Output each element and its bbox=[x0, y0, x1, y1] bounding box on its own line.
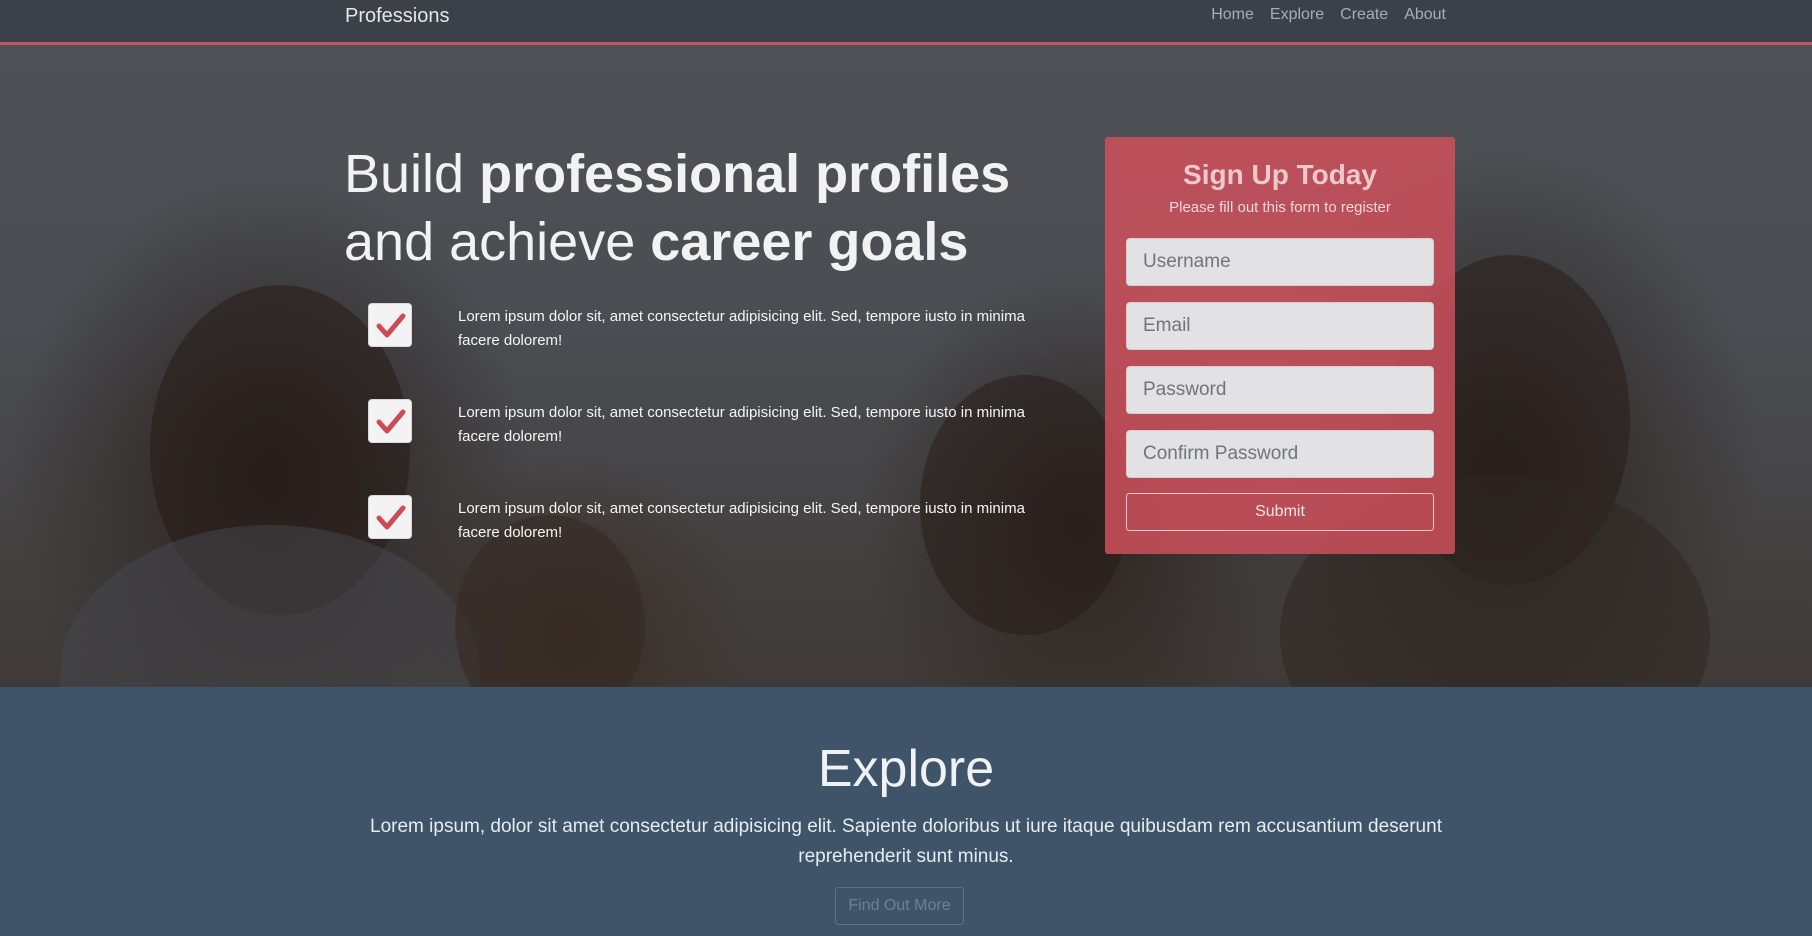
nav-link-about[interactable]: About bbox=[1404, 6, 1446, 24]
nav-link-home[interactable]: Home bbox=[1211, 6, 1254, 24]
signup-title: Sign Up Today bbox=[1183, 159, 1377, 190]
signup-subtitle: Please fill out this form to register bbox=[1169, 199, 1391, 216]
username-input[interactable] bbox=[1126, 238, 1434, 286]
navbar: Professions Home Explore Create About bbox=[0, 0, 1812, 45]
feature-item: Lorem ipsum dolor sit, amet consectetur … bbox=[368, 399, 1028, 459]
feature-text: Lorem ipsum dolor sit, amet consectetur … bbox=[458, 500, 1025, 541]
headline-bold-2: career goals bbox=[650, 212, 969, 272]
explore-section: Explore Lorem ipsum, dolor sit amet cons… bbox=[0, 687, 1812, 936]
hero-headline: Build professional profiles and achieve … bbox=[344, 140, 1064, 276]
nav-link-create[interactable]: Create bbox=[1340, 6, 1388, 24]
feature-text: Lorem ipsum dolor sit, amet consectetur … bbox=[458, 308, 1025, 349]
find-out-more-button[interactable]: Find Out More bbox=[835, 887, 964, 925]
explore-description: Lorem ipsum, dolor sit amet consectetur … bbox=[370, 816, 1442, 867]
feature-text: Lorem ipsum dolor sit, amet consectetur … bbox=[458, 404, 1025, 445]
nav-links: Home Explore Create About bbox=[1211, 6, 1446, 24]
brand-logo[interactable]: Professions bbox=[345, 5, 450, 28]
headline-bold-1: professional profiles bbox=[479, 144, 1011, 204]
headline-light-1: Build bbox=[344, 144, 480, 204]
headline-light-2: and achieve bbox=[344, 212, 651, 272]
check-icon bbox=[368, 495, 412, 539]
nav-link-explore[interactable]: Explore bbox=[1270, 6, 1324, 24]
hero-section: Build professional profiles and achieve … bbox=[0, 45, 1812, 687]
submit-button[interactable]: Submit bbox=[1126, 493, 1434, 531]
feature-item: Lorem ipsum dolor sit, amet consectetur … bbox=[368, 303, 1028, 363]
email-input[interactable] bbox=[1126, 302, 1434, 350]
check-icon bbox=[368, 303, 412, 347]
signup-card: Sign Up Today Please fill out this form … bbox=[1105, 137, 1455, 554]
password-input[interactable] bbox=[1126, 366, 1434, 414]
explore-title: Explore bbox=[817, 740, 995, 798]
feature-item: Lorem ipsum dolor sit, amet consectetur … bbox=[368, 495, 1028, 555]
confirm-password-input[interactable] bbox=[1126, 430, 1434, 478]
check-icon bbox=[368, 399, 412, 443]
